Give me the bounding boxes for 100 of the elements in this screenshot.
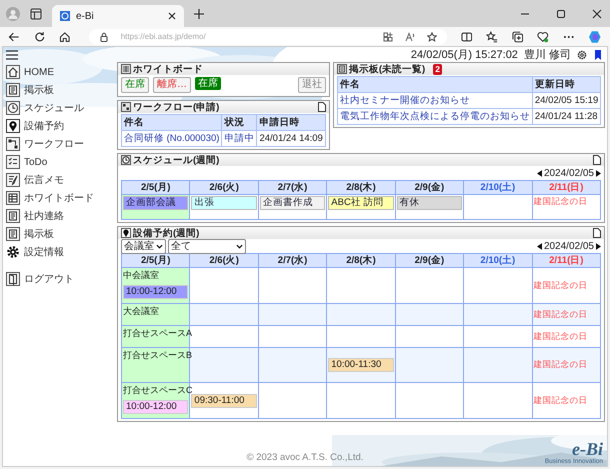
apps-icon[interactable] (382, 32, 393, 42)
star-icon[interactable] (426, 32, 437, 42)
home-icon[interactable] (59, 30, 71, 42)
document-icon (6, 209, 20, 223)
unread-count: 2 (433, 64, 442, 74)
sidebar-item[interactable]: HOME (3, 63, 117, 81)
sidebar-item[interactable]: スケジュール (3, 99, 117, 117)
panel-title: ホワイトボード (133, 62, 203, 76)
holiday-label: 建国記念の日 (534, 394, 589, 406)
status-button[interactable]: 退社 (298, 77, 326, 93)
copyright-text: © 2023 avoc A.T.S. Co.,Ltd. (246, 452, 364, 463)
workflow-icon (121, 102, 131, 112)
status-button[interactable]: 離席… (153, 77, 191, 93)
document-icon (336, 64, 347, 74)
logout-link[interactable]: ログアウト (3, 270, 117, 288)
previous-icon[interactable] (536, 170, 542, 176)
day-header: 2/6(火) (190, 180, 258, 194)
day-header: 2/7(水) (258, 180, 327, 194)
category-select[interactable]: 会議室 (121, 238, 166, 254)
day-header: 2/10(土) (464, 254, 532, 268)
panel-title: スケジュール(週間) (133, 154, 220, 166)
holiday-label: 建国記念の日 (534, 308, 589, 320)
day-header: 2/9(金) (395, 254, 464, 268)
column-header: 件名 (122, 114, 222, 130)
table-cell: 24/02/05 15:19 (532, 92, 601, 108)
sidebar-item[interactable]: ワークフロー (3, 135, 117, 153)
bookmark-icon[interactable] (593, 50, 603, 60)
chevron-down-icon (236, 244, 243, 248)
day-header: 2/6(火) (190, 254, 258, 268)
week-date: 2024/02/05 (544, 240, 594, 252)
maximize-icon[interactable] (556, 8, 566, 18)
day-header: 2/8(木) (326, 254, 396, 268)
week-date: 2024/02/05 (544, 168, 594, 178)
column-header: 状況 (222, 114, 257, 130)
sidebar-item[interactable]: 伝言メモ (3, 171, 117, 189)
filter-select[interactable]: 全て (168, 238, 246, 254)
menu-icon[interactable] (6, 48, 18, 60)
gear-icon (6, 245, 20, 259)
event-chip[interactable]: ABC社 訪問 (328, 196, 394, 210)
table-cell: 24/01/24 14:09 (256, 130, 326, 146)
collections-icon[interactable] (512, 30, 524, 42)
document-icon[interactable] (593, 155, 601, 165)
sidebar-item[interactable]: 設定情報 (3, 243, 117, 261)
home-icon (6, 65, 20, 79)
booking-chip[interactable]: 09:30-11:00 (191, 394, 257, 408)
back-icon[interactable] (8, 30, 20, 42)
reload-icon[interactable] (34, 30, 46, 42)
day-header: 2/11(日) (532, 254, 600, 268)
split-screen-icon[interactable] (460, 30, 472, 42)
event-chip[interactable]: 有休 (396, 196, 462, 210)
favorites-icon[interactable] (486, 30, 498, 42)
document-icon[interactable] (593, 228, 601, 238)
sidebar-item[interactable]: ホワイトボード (3, 189, 117, 207)
booking-chip[interactable]: 10:00-12:00 (123, 400, 188, 414)
previous-icon[interactable] (536, 242, 542, 250)
day-header: 2/11(日) (532, 180, 600, 194)
settings-icon[interactable] (577, 50, 587, 60)
close-icon[interactable] (168, 12, 176, 20)
day-header: 2/7(水) (258, 254, 327, 268)
board-icon (121, 64, 131, 74)
status-button[interactable]: 在席 (195, 77, 221, 90)
document-icon[interactable] (318, 102, 326, 112)
event-chip[interactable]: 企画書作成 (260, 196, 326, 210)
panel-title: 掲示板(未読一覧) (348, 62, 426, 76)
holiday-label: 建国記念の日 (534, 359, 589, 371)
new-tab-icon[interactable] (194, 8, 204, 18)
holiday-label: 建国記念の日 (534, 330, 589, 342)
room-name: 大会議室 (123, 305, 160, 318)
pencil-note-icon (6, 173, 20, 187)
document-icon (6, 83, 20, 97)
browser-tab[interactable]: e-Bi (52, 5, 184, 27)
board-icon (6, 191, 20, 205)
tab-actions-icon[interactable] (30, 8, 42, 20)
next-icon[interactable] (596, 170, 601, 176)
sidebar-item[interactable]: 設備予約 (3, 117, 117, 135)
holiday-label: 建国記念の日 (534, 280, 589, 292)
event-chip[interactable]: 企画部会議 (123, 196, 188, 210)
health-icon[interactable] (537, 30, 549, 42)
next-icon[interactable] (596, 242, 601, 250)
close-icon[interactable] (592, 8, 602, 18)
chevron-down-icon (156, 244, 163, 248)
location-pin-icon (6, 119, 20, 133)
sidebar-item[interactable]: ToDo (3, 153, 117, 171)
day-header: 2/5(月) (122, 180, 190, 194)
sidebar-item[interactable]: 社内連絡 (3, 207, 117, 225)
sidebar-item[interactable]: 掲示板 (3, 225, 117, 243)
clock-icon (6, 101, 20, 115)
read-aloud-icon[interactable] (404, 32, 415, 42)
document-icon (6, 227, 20, 241)
panel-title: 設備予約(週間) (133, 226, 200, 240)
event-chip[interactable]: 出張 (191, 196, 257, 210)
booking-chip[interactable]: 10:00-12:00 (123, 285, 188, 299)
day-header: 2/8(木) (326, 180, 396, 194)
day-header: 2/9(金) (395, 180, 464, 194)
copilot-icon[interactable] (588, 30, 602, 44)
status-button[interactable]: 在席 (121, 77, 149, 93)
app-logo-icon (60, 11, 70, 21)
booking-chip[interactable]: 10:00-11:30 (328, 358, 394, 372)
door-icon (6, 272, 20, 286)
day-header: 2/10(土) (464, 180, 532, 194)
